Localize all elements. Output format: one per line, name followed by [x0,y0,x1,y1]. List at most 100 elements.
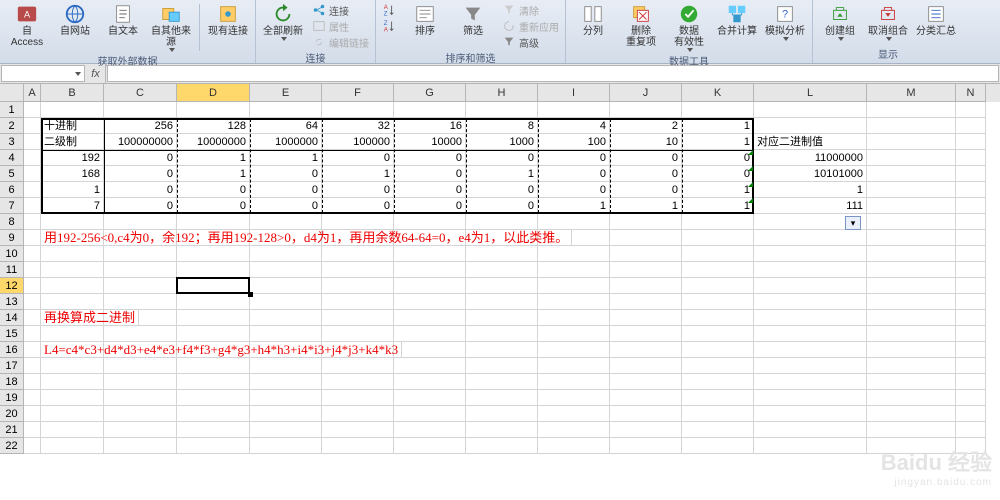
cell-E13[interactable] [250,294,322,310]
cell-E19[interactable] [250,390,322,406]
cell-A15[interactable] [24,326,41,342]
cell-F1[interactable] [322,102,394,118]
cell-L11[interactable] [754,262,867,278]
cell-M6[interactable] [867,182,956,198]
col-header-B[interactable]: B [41,84,104,102]
cell-K18[interactable] [682,374,754,390]
cell-J13[interactable] [610,294,682,310]
cell-A2[interactable] [24,118,41,134]
cell-E21[interactable] [250,422,322,438]
cell-K22[interactable] [682,438,754,454]
cell-I12[interactable] [538,278,610,294]
cell-B5[interactable]: 168 [41,166,104,182]
cell-J11[interactable] [610,262,682,278]
clear-filter-button[interactable]: 清除 [500,2,561,18]
cell-A12[interactable] [24,278,41,294]
row-header-2[interactable]: 2 [0,118,24,134]
cell-A3[interactable] [24,134,41,150]
cell-M17[interactable] [867,358,956,374]
connections-button[interactable]: 连接 [310,2,371,18]
spreadsheet-grid[interactable]: ABCDEFGHIJKLMN 1234567891011121314151617… [0,84,1000,500]
cell-E20[interactable] [250,406,322,422]
cell-G4[interactable]: 0 [394,150,466,166]
ungroup-button[interactable]: 取消组合 [865,2,911,42]
from-web-button[interactable]: 自网站 [52,2,98,53]
cell-H22[interactable] [466,438,538,454]
cell-N18[interactable] [956,374,986,390]
row-header-3[interactable]: 3 [0,134,24,150]
cell-G22[interactable] [394,438,466,454]
cell-C2[interactable]: 256 [104,118,177,134]
cell-D6[interactable]: 0 [177,182,250,198]
cell-J4[interactable]: 0 [610,150,682,166]
cell-I21[interactable] [538,422,610,438]
cell-N10[interactable] [956,246,986,262]
cell-G20[interactable] [394,406,466,422]
cell-J20[interactable] [610,406,682,422]
row-header-20[interactable]: 20 [0,406,24,422]
cell-A4[interactable] [24,150,41,166]
cell-L20[interactable] [754,406,867,422]
cell-H18[interactable] [466,374,538,390]
cell-C19[interactable] [104,390,177,406]
cell-D3[interactable]: 10000000 [177,134,250,150]
name-box[interactable] [1,65,85,82]
cell-J17[interactable] [610,358,682,374]
cell-C12[interactable] [104,278,177,294]
select-all-corner[interactable] [0,84,24,102]
cell-K11[interactable] [682,262,754,278]
cell-L5[interactable]: 10101000 [754,166,867,182]
cell-K14[interactable] [682,310,754,326]
cell-C18[interactable] [104,374,177,390]
cell-K13[interactable] [682,294,754,310]
cell-D13[interactable] [177,294,250,310]
cell-G19[interactable] [394,390,466,406]
cell-A22[interactable] [24,438,41,454]
cell-M10[interactable] [867,246,956,262]
cell-J9[interactable] [610,230,682,246]
cell-L2[interactable] [754,118,867,134]
cell-A13[interactable] [24,294,41,310]
cell-B4[interactable]: 192 [41,150,104,166]
cell-A17[interactable] [24,358,41,374]
col-header-J[interactable]: J [610,84,682,102]
cell-K1[interactable] [682,102,754,118]
cell-M22[interactable] [867,438,956,454]
fx-icon[interactable]: fx [86,64,106,83]
cell-E15[interactable] [250,326,322,342]
cell-B6[interactable]: 1 [41,182,104,198]
cell-M21[interactable] [867,422,956,438]
cell-H13[interactable] [466,294,538,310]
from-other-button[interactable]: 自其他来源 [148,2,194,53]
cell-A8[interactable] [24,214,41,230]
cell-E17[interactable] [250,358,322,374]
cell-L19[interactable] [754,390,867,406]
cell-D22[interactable] [177,438,250,454]
row-header-18[interactable]: 18 [0,374,24,390]
cell-F6[interactable]: 0 [322,182,394,198]
cell-N21[interactable] [956,422,986,438]
row-header-1[interactable]: 1 [0,102,24,118]
from-text-button[interactable]: 自文本 [100,2,146,53]
cell-H2[interactable]: 8 [466,118,538,134]
cell-B21[interactable] [41,422,104,438]
text-to-columns-button[interactable]: 分列 [570,2,616,53]
cell-H6[interactable]: 0 [466,182,538,198]
cell-L9[interactable] [754,230,867,246]
cell-G16[interactable] [394,342,466,358]
cell-L6[interactable]: 1 [754,182,867,198]
cell-G21[interactable] [394,422,466,438]
col-header-L[interactable]: L [754,84,867,102]
cell-G15[interactable] [394,326,466,342]
cell-N2[interactable] [956,118,986,134]
cell-L17[interactable] [754,358,867,374]
row-header-8[interactable]: 8 [0,214,24,230]
cell-L13[interactable] [754,294,867,310]
cell-F3[interactable]: 100000 [322,134,394,150]
cell-D12[interactable] [177,278,250,294]
row-header-15[interactable]: 15 [0,326,24,342]
cell-I1[interactable] [538,102,610,118]
cell-A20[interactable] [24,406,41,422]
cell-D2[interactable]: 128 [177,118,250,134]
cell-F22[interactable] [322,438,394,454]
